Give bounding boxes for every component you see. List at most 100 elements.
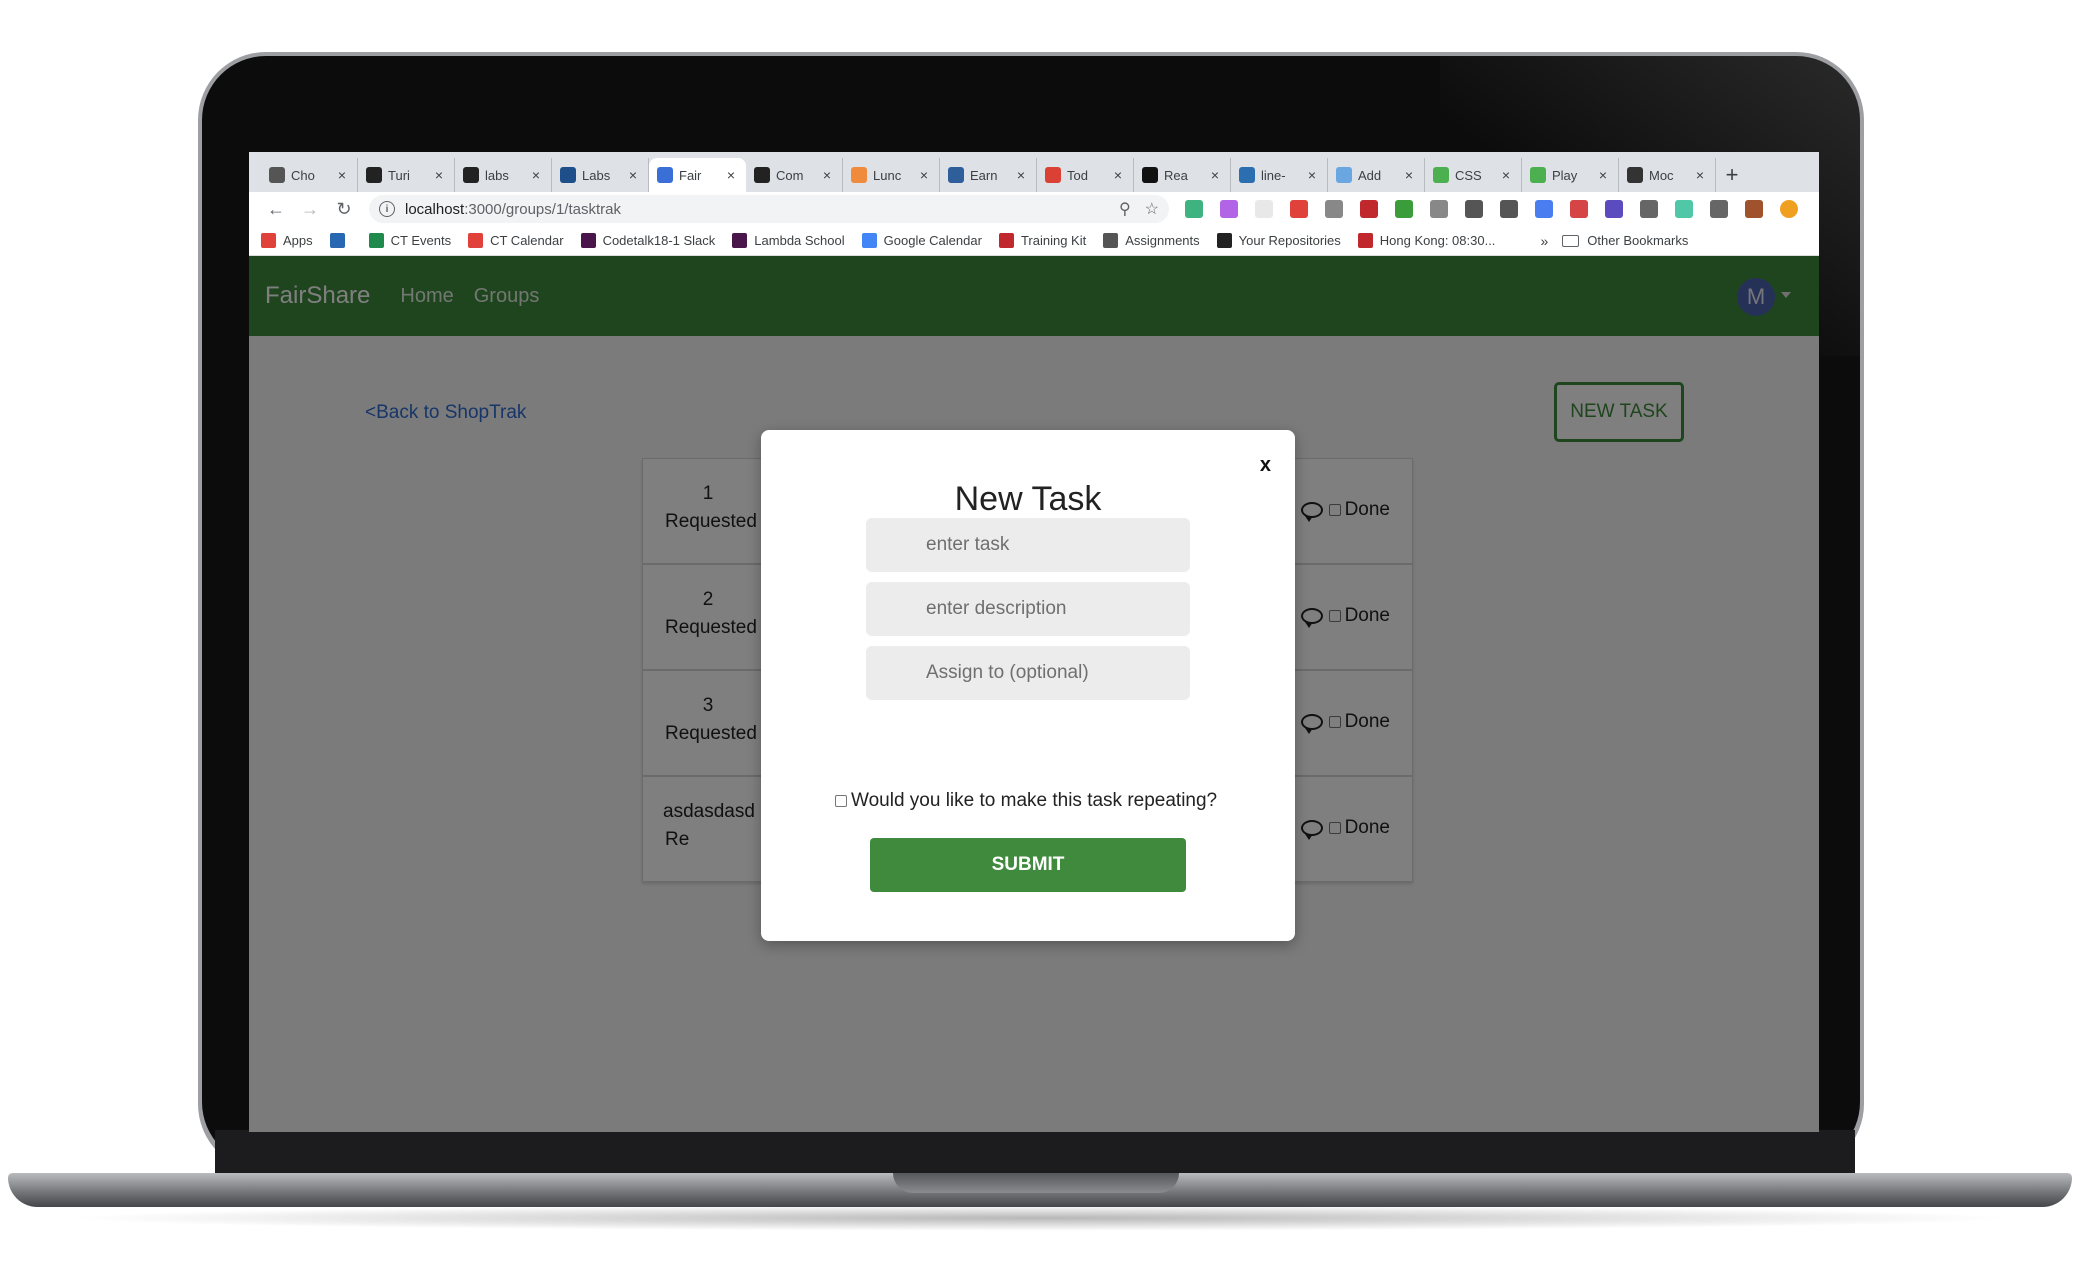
tab-close-icon[interactable]: ×: [1208, 167, 1222, 183]
zoom-icon[interactable]: ⚲: [1119, 199, 1131, 219]
bookmark-label: Codetalk18-1 Slack: [602, 233, 716, 248]
tab-close-icon[interactable]: ×: [820, 167, 834, 183]
extension-icon[interactable]: [1290, 200, 1308, 218]
forward-arrow-icon[interactable]: →: [293, 194, 327, 224]
extension-icon[interactable]: [1710, 200, 1728, 218]
description-input[interactable]: [866, 582, 1190, 636]
browser-tab-bar: Cho × Turi × labs × Labs × Fair × Com × Lunc × Earn × To…: [249, 152, 1819, 192]
browser-tab-label: Cho: [291, 167, 315, 183]
extension-icon[interactable]: [1570, 200, 1588, 218]
p-icon: [1627, 167, 1643, 183]
tab-close-icon[interactable]: ×: [1014, 167, 1028, 183]
smiley-icon: [269, 167, 285, 183]
browser-tab[interactable]: Add ×: [1328, 158, 1425, 192]
browser-tab[interactable]: Turi ×: [358, 158, 455, 192]
bookmark-item[interactable]: CT Events: [368, 233, 451, 248]
browser-tab[interactable]: line- ×: [1231, 158, 1328, 192]
bookmark-item[interactable]: [329, 233, 352, 248]
more-bookmarks-icon[interactable]: »: [1540, 233, 1548, 249]
browser-tab[interactable]: CSS ×: [1425, 158, 1522, 192]
browser-tab[interactable]: Play ×: [1522, 158, 1619, 192]
extension-icon[interactable]: [1605, 200, 1623, 218]
browser-tab[interactable]: Earn ×: [940, 158, 1037, 192]
extension-icon[interactable]: [1500, 200, 1518, 218]
extension-icon[interactable]: [1395, 200, 1413, 218]
extension-icon[interactable]: [1220, 200, 1238, 218]
tab-close-icon[interactable]: ×: [1499, 167, 1513, 183]
bookmark-item[interactable]: Apps: [261, 233, 313, 248]
bookmark-item[interactable]: Codetalk18-1 Slack: [580, 233, 716, 248]
browser-tab-label: Labs: [582, 167, 611, 183]
address-bar[interactable]: i localhost:3000/groups/1/tasktrak ⚲ ☆: [369, 195, 1169, 223]
task-input[interactable]: [866, 518, 1190, 572]
browser-tab[interactable]: Com ×: [746, 158, 843, 192]
browser-tab-label: Add: [1358, 167, 1382, 183]
bookmark-label: Hong Kong: 08:30...: [1379, 233, 1496, 248]
submit-button[interactable]: SUBMIT: [870, 838, 1186, 892]
tab-close-icon[interactable]: ×: [724, 167, 738, 183]
github-icon: [754, 167, 770, 183]
github-icon: [463, 167, 479, 183]
browser-tab[interactable]: Labs ×: [552, 158, 649, 192]
browser-tab-label: Play: [1552, 167, 1578, 183]
browser-tab[interactable]: Moc ×: [1619, 158, 1716, 192]
tab-close-icon[interactable]: ×: [1305, 167, 1319, 183]
extension-icon[interactable]: [1185, 200, 1203, 218]
bookmark-icon: [998, 233, 1014, 248]
browser-tab[interactable]: Cho ×: [261, 158, 358, 192]
close-icon[interactable]: x: [1260, 454, 1271, 477]
assign-input[interactable]: [866, 646, 1190, 700]
bookmark-item[interactable]: Hong Kong: 08:30...: [1357, 233, 1496, 248]
browser-tab[interactable]: Tod ×: [1037, 158, 1134, 192]
browser-tab[interactable]: Rea ×: [1134, 158, 1231, 192]
bookmark-item[interactable]: Your Repositories: [1216, 233, 1341, 248]
turing-icon: [366, 167, 382, 183]
bookmark-icon: [368, 233, 384, 248]
other-bookmarks[interactable]: Other Bookmarks: [1562, 233, 1688, 248]
extension-icon[interactable]: [1780, 200, 1798, 218]
extension-icon[interactable]: [1745, 200, 1763, 218]
back-arrow-icon[interactable]: ←: [259, 194, 293, 224]
dots-icon: [1336, 167, 1352, 183]
browser-tab[interactable]: Lunc ×: [843, 158, 940, 192]
star-icon[interactable]: ☆: [1145, 199, 1159, 219]
url-host: localhost: [405, 200, 465, 218]
browser-toolbar: ← → ↻ i localhost:3000/groups/1/tasktrak…: [249, 192, 1819, 226]
new-tab-button[interactable]: +: [1716, 158, 1748, 192]
extension-icon[interactable]: [1255, 200, 1273, 218]
browser-tab[interactable]: labs ×: [455, 158, 552, 192]
url-text: localhost:3000/groups/1/tasktrak: [405, 201, 1105, 218]
bookmark-item[interactable]: Lambda School: [732, 233, 845, 248]
repeat-checkbox[interactable]: [835, 795, 847, 807]
tab-close-icon[interactable]: ×: [917, 167, 931, 183]
repeat-label: Would you like to make this task repeati…: [851, 790, 1218, 811]
bookmark-item[interactable]: CT Calendar: [468, 233, 564, 248]
tab-close-icon[interactable]: ×: [1596, 167, 1610, 183]
laptop-shadow: [60, 1205, 2020, 1231]
tab-close-icon[interactable]: ×: [1402, 167, 1416, 183]
bookmark-label: CT Calendar: [490, 233, 564, 248]
extension-icon[interactable]: [1360, 200, 1378, 218]
extension-icon[interactable]: [1325, 200, 1343, 218]
laptop-base-notch: [893, 1173, 1179, 1193]
bookmark-item[interactable]: Google Calendar: [861, 233, 982, 248]
bookmark-icon: [1103, 233, 1119, 248]
tab-close-icon[interactable]: ×: [432, 167, 446, 183]
other-bookmarks-label: Other Bookmarks: [1587, 233, 1689, 248]
tab-close-icon[interactable]: ×: [1693, 167, 1707, 183]
extension-icon[interactable]: [1535, 200, 1553, 218]
site-info-icon[interactable]: i: [379, 201, 395, 217]
bookmark-item[interactable]: Training Kit: [998, 233, 1087, 248]
extension-icon[interactable]: [1675, 200, 1693, 218]
bookmark-label: Training Kit: [1020, 233, 1087, 248]
extension-icon[interactable]: [1640, 200, 1658, 218]
tab-close-icon[interactable]: ×: [335, 167, 349, 183]
bookmark-item[interactable]: Assignments: [1103, 233, 1200, 248]
extension-icon[interactable]: [1465, 200, 1483, 218]
browser-tab[interactable]: Fair ×: [649, 158, 746, 192]
tab-close-icon[interactable]: ×: [626, 167, 640, 183]
tab-close-icon[interactable]: ×: [529, 167, 543, 183]
tab-close-icon[interactable]: ×: [1111, 167, 1125, 183]
reload-icon[interactable]: ↻: [327, 194, 361, 224]
extension-icon[interactable]: [1430, 200, 1448, 218]
